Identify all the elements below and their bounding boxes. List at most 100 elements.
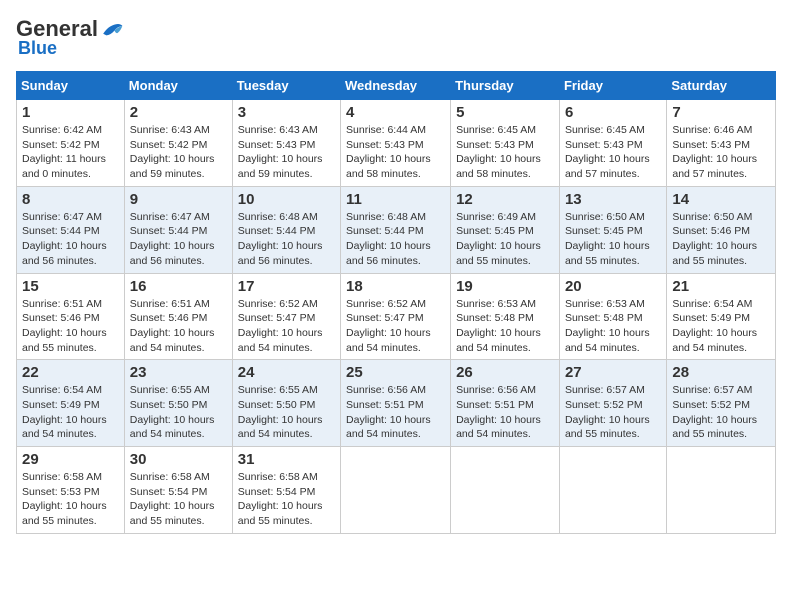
day-info: Sunrise: 6:51 AMSunset: 5:46 PMDaylight:… — [130, 297, 227, 356]
header: General Blue — [16, 16, 776, 59]
calendar-cell: 14Sunrise: 6:50 AMSunset: 5:46 PMDayligh… — [667, 186, 776, 273]
day-info: Sunrise: 6:42 AMSunset: 5:42 PMDaylight:… — [22, 123, 119, 182]
logo-blue-text: Blue — [18, 38, 57, 59]
day-info: Sunrise: 6:57 AMSunset: 5:52 PMDaylight:… — [672, 383, 770, 442]
day-info: Sunrise: 6:52 AMSunset: 5:47 PMDaylight:… — [238, 297, 335, 356]
day-info: Sunrise: 6:58 AMSunset: 5:53 PMDaylight:… — [22, 470, 119, 529]
calendar-header-friday: Friday — [559, 72, 666, 100]
day-info: Sunrise: 6:44 AMSunset: 5:43 PMDaylight:… — [346, 123, 445, 182]
day-number: 20 — [565, 278, 661, 295]
day-info: Sunrise: 6:47 AMSunset: 5:44 PMDaylight:… — [130, 210, 227, 269]
day-number: 7 — [672, 104, 770, 121]
day-number: 16 — [130, 278, 227, 295]
calendar-cell: 26Sunrise: 6:56 AMSunset: 5:51 PMDayligh… — [451, 360, 560, 447]
day-info: Sunrise: 6:58 AMSunset: 5:54 PMDaylight:… — [130, 470, 227, 529]
calendar-cell: 29 Sunrise: 6:58 AMSunset: 5:53 PMDayligh… — [17, 447, 125, 534]
day-number: 26 — [456, 364, 554, 381]
calendar-cell: 27Sunrise: 6:57 AMSunset: 5:52 PMDayligh… — [559, 360, 666, 447]
day-number: 3 — [238, 104, 335, 121]
day-number: 8 — [22, 191, 119, 208]
calendar-header-wednesday: Wednesday — [341, 72, 451, 100]
day-info: Sunrise: 6:43 AMSunset: 5:42 PMDaylight:… — [130, 123, 227, 182]
day-info: Sunrise: 6:55 AMSunset: 5:50 PMDaylight:… — [238, 383, 335, 442]
calendar-cell: 21Sunrise: 6:54 AMSunset: 5:49 PMDayligh… — [667, 273, 776, 360]
calendar-cell: 4 Sunrise: 6:44 AMSunset: 5:43 PMDaylight… — [341, 100, 451, 187]
calendar-cell: 2 Sunrise: 6:43 AMSunset: 5:42 PMDaylight… — [124, 100, 232, 187]
calendar-cell: 5 Sunrise: 6:45 AMSunset: 5:43 PMDaylight… — [451, 100, 560, 187]
day-info: Sunrise: 6:53 AMSunset: 5:48 PMDaylight:… — [456, 297, 554, 356]
day-number: 10 — [238, 191, 335, 208]
day-number: 21 — [672, 278, 770, 295]
day-info: Sunrise: 6:54 AMSunset: 5:49 PMDaylight:… — [22, 383, 119, 442]
day-info: Sunrise: 6:43 AMSunset: 5:43 PMDaylight:… — [238, 123, 335, 182]
calendar-cell: 3 Sunrise: 6:43 AMSunset: 5:43 PMDaylight… — [232, 100, 340, 187]
day-number: 23 — [130, 364, 227, 381]
day-number: 9 — [130, 191, 227, 208]
day-number: 1 — [22, 104, 119, 121]
day-number: 11 — [346, 191, 445, 208]
calendar-week-1: 1 Sunrise: 6:42 AMSunset: 5:42 PMDaylight… — [17, 100, 776, 187]
day-number: 18 — [346, 278, 445, 295]
day-number: 30 — [130, 451, 227, 468]
calendar-header-row: SundayMondayTuesdayWednesdayThursdayFrid… — [17, 72, 776, 100]
calendar-cell: 17 Sunrise: 6:52 AMSunset: 5:47 PMDayligh… — [232, 273, 340, 360]
day-info: Sunrise: 6:46 AMSunset: 5:43 PMDaylight:… — [672, 123, 770, 182]
day-number: 13 — [565, 191, 661, 208]
calendar-cell: 18 Sunrise: 6:52 AMSunset: 5:47 PMDayligh… — [341, 273, 451, 360]
calendar-cell: 28 Sunrise: 6:57 AMSunset: 5:52 PMDayligh… — [667, 360, 776, 447]
calendar-cell: 24 Sunrise: 6:55 AMSunset: 5:50 PMDayligh… — [232, 360, 340, 447]
day-info: Sunrise: 6:50 AMSunset: 5:45 PMDaylight:… — [565, 210, 661, 269]
calendar-cell: 31 Sunrise: 6:58 AMSunset: 5:54 PMDayligh… — [232, 447, 340, 534]
day-number: 12 — [456, 191, 554, 208]
day-info: Sunrise: 6:51 AMSunset: 5:46 PMDaylight:… — [22, 297, 119, 356]
day-number: 29 — [22, 451, 119, 468]
day-info: Sunrise: 6:58 AMSunset: 5:54 PMDaylight:… — [238, 470, 335, 529]
day-info: Sunrise: 6:53 AMSunset: 5:48 PMDaylight:… — [565, 297, 661, 356]
day-number: 19 — [456, 278, 554, 295]
day-info: Sunrise: 6:55 AMSunset: 5:50 PMDaylight:… — [130, 383, 227, 442]
day-number: 22 — [22, 364, 119, 381]
calendar-table: SundayMondayTuesdayWednesdayThursdayFrid… — [16, 71, 776, 534]
calendar-cell: 22 Sunrise: 6:54 AMSunset: 5:49 PMDayligh… — [17, 360, 125, 447]
calendar-header-saturday: Saturday — [667, 72, 776, 100]
calendar-cell — [451, 447, 560, 534]
calendar-cell: 12 Sunrise: 6:49 AMSunset: 5:45 PMDayligh… — [451, 186, 560, 273]
day-info: Sunrise: 6:52 AMSunset: 5:47 PMDaylight:… — [346, 297, 445, 356]
calendar-cell: 16 Sunrise: 6:51 AMSunset: 5:46 PMDayligh… — [124, 273, 232, 360]
calendar-cell: 9 Sunrise: 6:47 AMSunset: 5:44 PMDaylight… — [124, 186, 232, 273]
calendar-cell: 13 Sunrise: 6:50 AMSunset: 5:45 PMDayligh… — [559, 186, 666, 273]
calendar-week-3: 15Sunrise: 6:51 AMSunset: 5:46 PMDayligh… — [17, 273, 776, 360]
day-number: 24 — [238, 364, 335, 381]
day-number: 27 — [565, 364, 661, 381]
day-number: 17 — [238, 278, 335, 295]
calendar-header-tuesday: Tuesday — [232, 72, 340, 100]
day-number: 28 — [672, 364, 770, 381]
calendar-header-monday: Monday — [124, 72, 232, 100]
day-number: 31 — [238, 451, 335, 468]
calendar-cell: 30 Sunrise: 6:58 AMSunset: 5:54 PMDayligh… — [124, 447, 232, 534]
calendar-cell — [559, 447, 666, 534]
calendar-cell: 19 Sunrise: 6:53 AMSunset: 5:48 PMDayligh… — [451, 273, 560, 360]
calendar-cell: 23 Sunrise: 6:55 AMSunset: 5:50 PMDayligh… — [124, 360, 232, 447]
calendar-week-2: 8 Sunrise: 6:47 AMSunset: 5:44 PMDaylight… — [17, 186, 776, 273]
day-info: Sunrise: 6:49 AMSunset: 5:45 PMDaylight:… — [456, 210, 554, 269]
calendar-cell: 6Sunrise: 6:45 AMSunset: 5:43 PMDaylight… — [559, 100, 666, 187]
day-number: 2 — [130, 104, 227, 121]
calendar-cell: 10Sunrise: 6:48 AMSunset: 5:44 PMDayligh… — [232, 186, 340, 273]
calendar-cell — [667, 447, 776, 534]
calendar-header-sunday: Sunday — [17, 72, 125, 100]
day-number: 4 — [346, 104, 445, 121]
day-info: Sunrise: 6:45 AMSunset: 5:43 PMDaylight:… — [456, 123, 554, 182]
calendar-cell — [341, 447, 451, 534]
calendar-cell: 8 Sunrise: 6:47 AMSunset: 5:44 PMDaylight… — [17, 186, 125, 273]
day-number: 25 — [346, 364, 445, 381]
day-info: Sunrise: 6:47 AMSunset: 5:44 PMDaylight:… — [22, 210, 119, 269]
calendar-cell: 20 Sunrise: 6:53 AMSunset: 5:48 PMDayligh… — [559, 273, 666, 360]
day-number: 5 — [456, 104, 554, 121]
calendar-cell: 15Sunrise: 6:51 AMSunset: 5:46 PMDayligh… — [17, 273, 125, 360]
day-info: Sunrise: 6:48 AMSunset: 5:44 PMDaylight:… — [346, 210, 445, 269]
logo: General Blue — [16, 16, 124, 59]
logo-bird-icon — [100, 17, 124, 41]
calendar-cell: 25Sunrise: 6:56 AMSunset: 5:51 PMDayligh… — [341, 360, 451, 447]
calendar-week-4: 22 Sunrise: 6:54 AMSunset: 5:49 PMDayligh… — [17, 360, 776, 447]
